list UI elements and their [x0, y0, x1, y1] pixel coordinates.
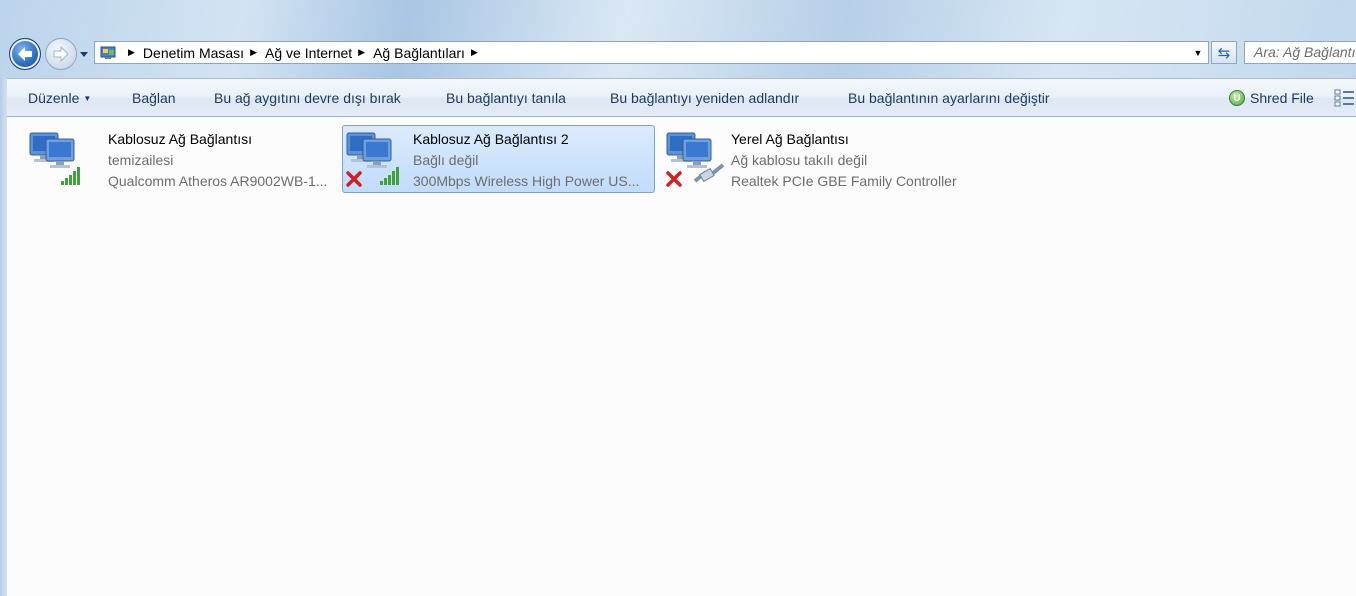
- window-left-border: [0, 78, 7, 596]
- connection-status: Ağ kablosu takılı değil: [731, 152, 868, 168]
- breadcrumb-separator-icon[interactable]: ▶: [471, 47, 478, 58]
- wireless-network-icon: [29, 132, 80, 185]
- connection-name: Kablosuz Ağ Bağlantısı: [108, 131, 252, 147]
- command-bar: Düzenle ▼ Bağlan Bu ağ aygıtını devre dış…: [7, 78, 1356, 117]
- connections-list: Kablosuz Ağ Bağlantısı temizailesi Qualc…: [7, 117, 1356, 596]
- connection-name: Yerel Ağ Bağlantısı: [731, 131, 849, 147]
- recent-pages-dropdown-icon[interactable]: [79, 49, 89, 59]
- breadcrumb-network-connections[interactable]: Ağ Bağlantıları: [373, 45, 465, 61]
- chevron-down-icon: ▼: [83, 94, 92, 103]
- back-button[interactable]: [9, 38, 41, 70]
- ethernet-network-icon: [666, 132, 725, 187]
- organize-label: Düzenle: [28, 90, 80, 106]
- wireless-network-icon: [346, 132, 399, 187]
- forward-button[interactable]: [45, 38, 77, 70]
- disable-device-button[interactable]: Bu ağ aygıtını devre dışı bırak: [214, 90, 401, 106]
- connection-device: Realtek PCIe GBE Family Controller: [731, 173, 957, 189]
- shred-file-button[interactable]: Shred File: [1250, 90, 1314, 106]
- change-view-icon[interactable]: [1334, 87, 1356, 109]
- refresh-icon: ⇆: [1217, 44, 1231, 62]
- list-item-wireless-2[interactable]: Kablosuz Ağ Bağlantısı 2 Bağlı değil 300…: [342, 125, 655, 193]
- connection-status: temizailesi: [108, 152, 174, 168]
- back-arrow-icon: [18, 47, 32, 61]
- connection-device: 300Mbps Wireless High Power US...: [413, 173, 640, 189]
- search-input[interactable]: Ara: Ağ Bağlantıları: [1244, 41, 1356, 64]
- breadcrumb-separator-icon[interactable]: ▶: [250, 47, 257, 58]
- window-title-area: [0, 0, 1356, 78]
- list-item-wireless-1[interactable]: Kablosuz Ağ Bağlantısı temizailesi Qualc…: [22, 125, 342, 193]
- connection-name: Kablosuz Ağ Bağlantısı 2: [413, 131, 569, 147]
- control-panel-icon: [100, 45, 118, 61]
- breadcrumb-control-panel[interactable]: Denetim Masası: [143, 45, 244, 61]
- forward-arrow-icon: [53, 46, 69, 62]
- connection-status: Bağlı değil: [413, 152, 479, 168]
- refresh-button[interactable]: ⇆: [1211, 41, 1237, 64]
- organize-menu-button[interactable]: Düzenle ▼: [28, 90, 91, 106]
- address-bar[interactable]: ▶ Denetim Masası ▶ Ağ ve Internet ▶ Ağ B…: [94, 41, 1209, 64]
- rename-button[interactable]: Bu bağlantıyı yeniden adlandır: [610, 90, 799, 106]
- connection-device: Qualcomm Atheros AR9002WB-1...: [108, 173, 328, 189]
- breadcrumb-separator-icon[interactable]: ▶: [128, 47, 135, 58]
- change-settings-button[interactable]: Bu bağlantının ayarlarını değiştir: [848, 90, 1050, 106]
- address-history-dropdown-icon[interactable]: ▼: [1190, 42, 1206, 63]
- list-item-local-area[interactable]: Yerel Ağ Bağlantısı Ağ kablosu takılı de…: [659, 125, 999, 193]
- connect-button[interactable]: Bağlan: [132, 90, 176, 106]
- breadcrumb-network-internet[interactable]: Ağ ve Internet: [265, 45, 352, 61]
- shred-file-icon: U: [1229, 90, 1245, 106]
- diagnose-button[interactable]: Bu bağlantıyı tanıla: [446, 90, 566, 106]
- breadcrumb-separator-icon[interactable]: ▶: [358, 47, 365, 58]
